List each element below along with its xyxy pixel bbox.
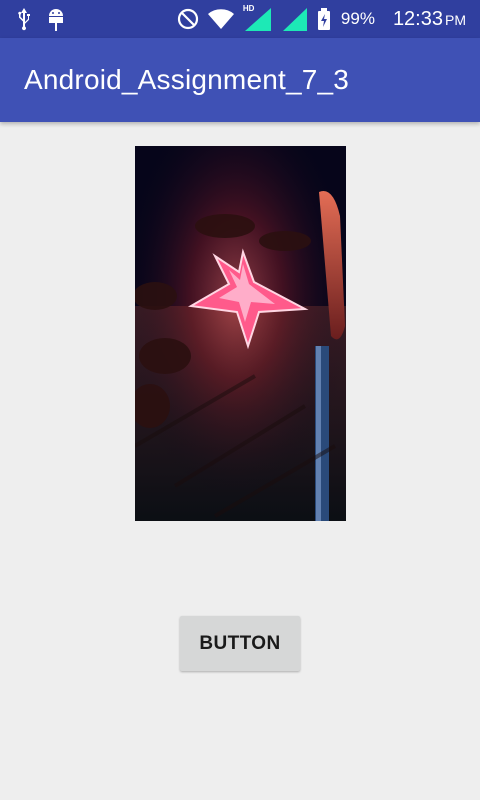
usb-icon (16, 7, 32, 31)
clock: 12:33 PM (393, 8, 466, 31)
clock-time: 12:33 (392, 7, 443, 30)
status-bar: HD 99% 12:33 PM (0, 0, 480, 38)
app-title: Android_Assignment_7_3 (24, 64, 350, 95)
photo-star-lantern-icon (135, 146, 346, 521)
signal-icon (281, 6, 309, 32)
clock-ampm: PM (445, 11, 466, 28)
battery-percent: 99% (340, 9, 375, 28)
hd-signal-icon: HD (242, 4, 273, 32)
do-not-disturb-icon (177, 8, 199, 30)
hd-label: HD (242, 4, 255, 13)
status-bar-left (16, 6, 66, 32)
status-bar-right: HD 99% 12:33 PM (177, 4, 466, 32)
android-debug-icon (46, 6, 66, 32)
image-view (135, 146, 346, 521)
button[interactable]: BUTTON (180, 616, 300, 671)
battery-icon (317, 7, 331, 31)
wifi-icon (207, 8, 235, 30)
app-bar: Android_Assignment_7_3 (0, 38, 480, 122)
